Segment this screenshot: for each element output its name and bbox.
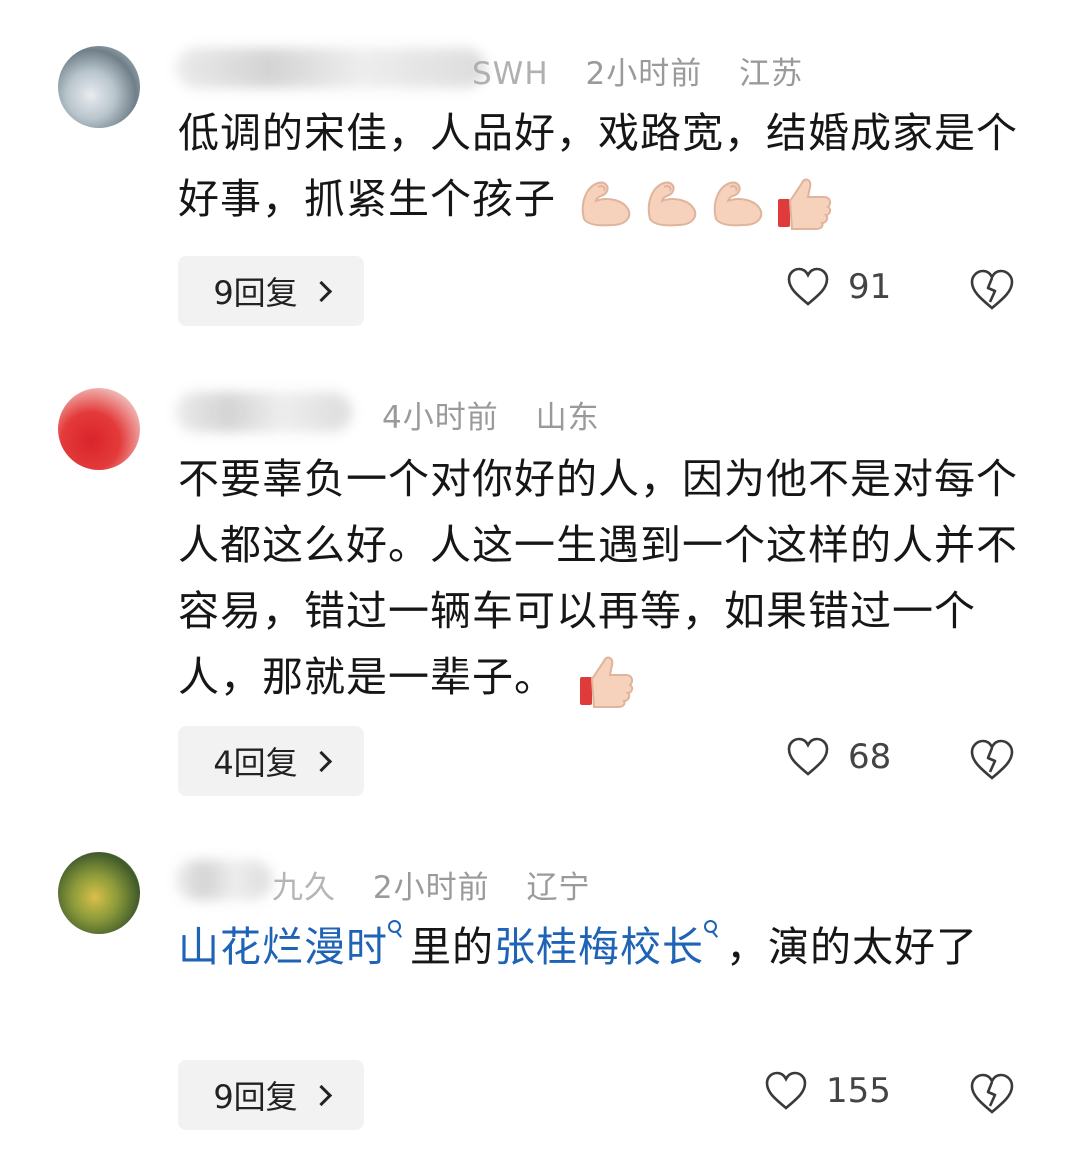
username-visible[interactable]: SWH xyxy=(472,56,549,92)
search-icon xyxy=(704,920,718,940)
comment-meta: SWH 2小时前 江苏 xyxy=(472,48,829,93)
comment-body-tail: ，演的太好了 xyxy=(726,923,978,971)
username-blurred[interactable] xyxy=(176,392,352,432)
broken-heart-icon[interactable] xyxy=(968,1072,1016,1116)
flexed-biceps-icon xyxy=(647,181,697,227)
reply-button[interactable]: 4回复 xyxy=(178,726,364,796)
thumbs-up-icon xyxy=(580,656,634,708)
heart-icon xyxy=(765,1071,807,1110)
reply-button[interactable]: 9回复 xyxy=(178,1060,364,1130)
comment-meta: 4小时前 山东 xyxy=(382,392,626,437)
search-link-1[interactable]: 山花烂漫时 xyxy=(178,923,388,971)
chevron-right-icon xyxy=(310,280,332,302)
avatar[interactable] xyxy=(58,852,140,934)
thumbs-up-icon xyxy=(778,178,832,230)
timestamp: 4小时前 xyxy=(382,400,499,436)
like-count: 91 xyxy=(848,267,892,307)
comment-text: 山花烂漫时 里的张桂梅校长 ，演的太好了 xyxy=(178,914,1038,980)
flexed-biceps-icon xyxy=(713,181,763,227)
broken-heart-icon[interactable] xyxy=(968,738,1016,782)
reply-button[interactable]: 9回复 xyxy=(178,256,364,326)
broken-heart-icon[interactable] xyxy=(968,268,1016,312)
chevron-right-icon xyxy=(310,1084,332,1106)
like-button[interactable]: 68 xyxy=(786,736,891,778)
like-button[interactable]: 91 xyxy=(786,266,891,308)
comment-text: 不要辜负一个对你好的人，因为他不是对每个人都这么好。人这一生遇到一个这样的人并不… xyxy=(178,446,1038,710)
username-blurred[interactable] xyxy=(176,48,486,88)
username-visible[interactable]: 九久 xyxy=(272,870,336,906)
location: 山东 xyxy=(535,400,600,436)
location: 江苏 xyxy=(739,56,804,92)
timestamp: 2小时前 xyxy=(585,56,703,92)
reply-label: 9回复 xyxy=(213,1078,298,1116)
like-count: 155 xyxy=(826,1071,891,1111)
avatar[interactable] xyxy=(58,388,140,470)
search-link-2[interactable]: 张桂梅校长 xyxy=(494,923,704,971)
like-button[interactable]: 155 xyxy=(764,1070,891,1112)
reply-label: 9回复 xyxy=(213,274,298,312)
location: 辽宁 xyxy=(526,870,591,906)
heart-icon xyxy=(787,737,829,776)
flexed-biceps-icon xyxy=(581,181,631,227)
chevron-right-icon xyxy=(310,750,332,772)
heart-icon xyxy=(787,267,829,306)
timestamp: 2小时前 xyxy=(372,870,490,906)
like-count: 68 xyxy=(848,737,892,777)
reply-label: 4回复 xyxy=(213,744,298,782)
comment-meta: 九久 2小时前 辽宁 xyxy=(272,862,616,907)
search-icon xyxy=(388,920,402,940)
avatar[interactable] xyxy=(58,46,140,128)
username-blurred[interactable] xyxy=(176,860,272,900)
comment-text: 低调的宋佳，人品好，戏路宽，结婚成家是个好事，抓紧生个孩子 xyxy=(178,100,1038,232)
comment-body-mid: 里的 xyxy=(410,923,494,971)
